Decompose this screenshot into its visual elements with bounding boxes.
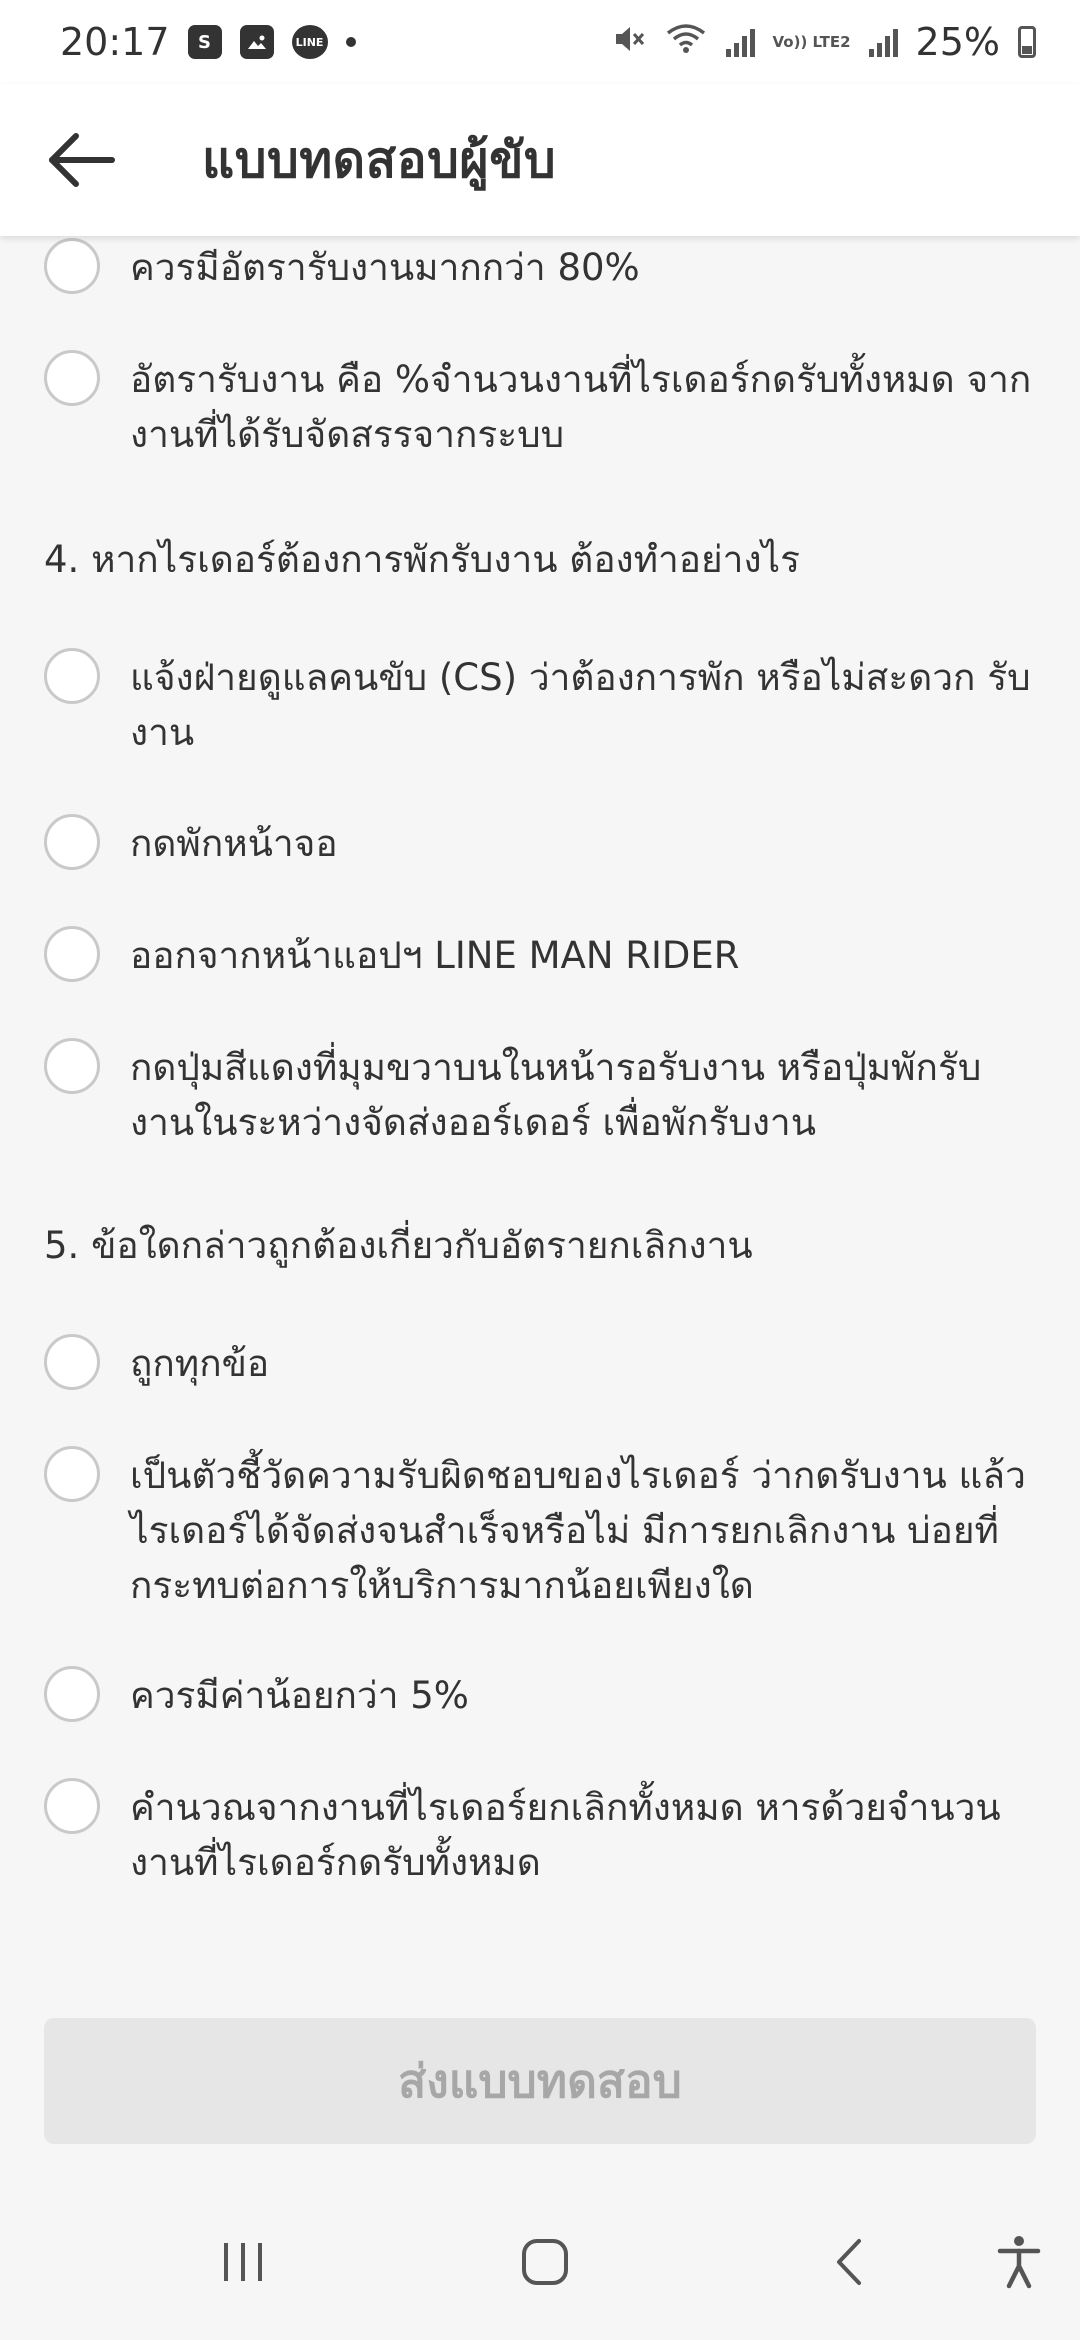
status-time: 20:17	[60, 20, 170, 64]
option-label: อัตรารับงาน คือ %จำนวนงานที่ไรเดอร์กดรับ…	[130, 358, 1032, 456]
answer-option[interactable]: แจ้งฝ่ายดูแลคนขับ (CS) ว่าต้องการพัก หรื…	[44, 648, 1044, 760]
answer-option[interactable]: อัตรารับงาน คือ %จำนวนงานที่ไรเดอร์กดรับ…	[44, 350, 1044, 462]
status-right: Vo)) LTE2 25%	[612, 20, 1036, 64]
gallery-icon	[239, 25, 274, 59]
accessibility-button[interactable]	[974, 2222, 1064, 2302]
dot-icon	[345, 37, 356, 47]
answer-option[interactable]: ออกจากหน้าแอปฯ LINE MAN RIDER	[44, 926, 1044, 983]
option-label: กดพักหน้าจอ	[130, 822, 338, 865]
radio-button[interactable]	[44, 1038, 100, 1094]
option-label: ออกจากหน้าแอปฯ LINE MAN RIDER	[130, 934, 740, 977]
radio-button[interactable]	[44, 814, 100, 870]
accessibility-icon	[997, 2236, 1041, 2289]
option-label: ควรมีค่าน้อยกว่า 5%	[130, 1674, 469, 1717]
answer-option[interactable]: เป็นตัวชี้วัดความรับผิดชอบของไรเดอร์ ว่า…	[44, 1446, 1044, 1613]
submit-area: ส่งแบบทดสอบ	[0, 1976, 1080, 2182]
submit-quiz-button[interactable]: ส่งแบบทดสอบ	[44, 2018, 1036, 2144]
signal-icon	[868, 27, 898, 57]
radio-button[interactable]	[44, 1666, 100, 1722]
answer-option[interactable]: กดพักหน้าจอ	[44, 814, 1044, 871]
home-icon	[522, 2239, 568, 2285]
recent-apps-button[interactable]	[198, 2222, 288, 2302]
radio-button[interactable]	[44, 1446, 100, 1502]
radio-button[interactable]	[44, 238, 100, 294]
mute-icon	[612, 20, 646, 64]
home-button[interactable]	[500, 2222, 590, 2302]
radio-button[interactable]	[44, 1334, 100, 1390]
option-label: ควรมีอัตรารับงานมากกว่า 80%	[130, 246, 640, 289]
option-label: กดปุ่มสีแดงที่มุมขวาบนในหน้ารอรับงาน หรื…	[130, 1046, 982, 1144]
answer-option[interactable]: กดปุ่มสีแดงที่มุมขวาบนในหน้ารอรับงาน หรื…	[44, 1038, 1044, 1150]
wifi-icon	[664, 20, 708, 64]
question-5: 5. ข้อใดกล่าวถูกต้องเกี่ยวกับอัตรายกเลิก…	[44, 1224, 753, 1267]
radio-button[interactable]	[44, 926, 100, 982]
radio-button[interactable]	[44, 648, 100, 704]
radio-button[interactable]	[44, 1778, 100, 1834]
status-bar: 20:17 S LINE Vo)) LTE2 25%	[0, 0, 1080, 84]
quiz-content[interactable]: ควรมีอัตรารับงานมากกว่า 80% อัตรารับงาน …	[0, 236, 1080, 1976]
back-button[interactable]	[36, 115, 126, 205]
option-label: แจ้งฝ่ายดูแลคนขับ (CS) ว่าต้องการพัก หรื…	[130, 656, 1031, 754]
battery-icon	[1018, 26, 1036, 58]
option-label: ถูกทุกข้อ	[130, 1342, 270, 1385]
volte-icon: Vo)) LTE2	[772, 32, 851, 51]
page-title: แบบทดสอบผู้ขับ	[202, 130, 557, 189]
option-label: คำนวณจากงานที่ไรเดอร์ยกเลิกทั้งหมด หารด้…	[130, 1786, 1001, 1884]
back-icon	[837, 2239, 861, 2285]
arrow-left-icon	[49, 133, 115, 187]
system-nav-bar	[0, 2182, 1080, 2340]
shopping-bag-icon: S	[187, 25, 222, 59]
status-left: 20:17 S LINE	[60, 20, 356, 64]
option-label: เป็นตัวชี้วัดความรับผิดชอบของไรเดอร์ ว่า…	[130, 1454, 1026, 1607]
signal-icon	[725, 27, 755, 57]
line-icon: LINE	[291, 25, 328, 59]
system-back-button[interactable]	[804, 2222, 894, 2302]
app-header: แบบทดสอบผู้ขับ	[0, 84, 1080, 236]
radio-button[interactable]	[44, 350, 100, 406]
question-4: 4. หากไรเดอร์ต้องการพักรับงาน ต้องทำอย่า…	[44, 538, 801, 581]
battery-percent: 25%	[915, 20, 1000, 64]
recent-apps-icon	[224, 2243, 262, 2281]
answer-option[interactable]: คำนวณจากงานที่ไรเดอร์ยกเลิกทั้งหมด หารด้…	[44, 1778, 1044, 1890]
answer-option[interactable]: ถูกทุกข้อ	[44, 1334, 1044, 1391]
answer-option[interactable]: ควรมีอัตรารับงานมากกว่า 80%	[44, 238, 1044, 295]
answer-option[interactable]: ควรมีค่าน้อยกว่า 5%	[44, 1666, 1044, 1723]
